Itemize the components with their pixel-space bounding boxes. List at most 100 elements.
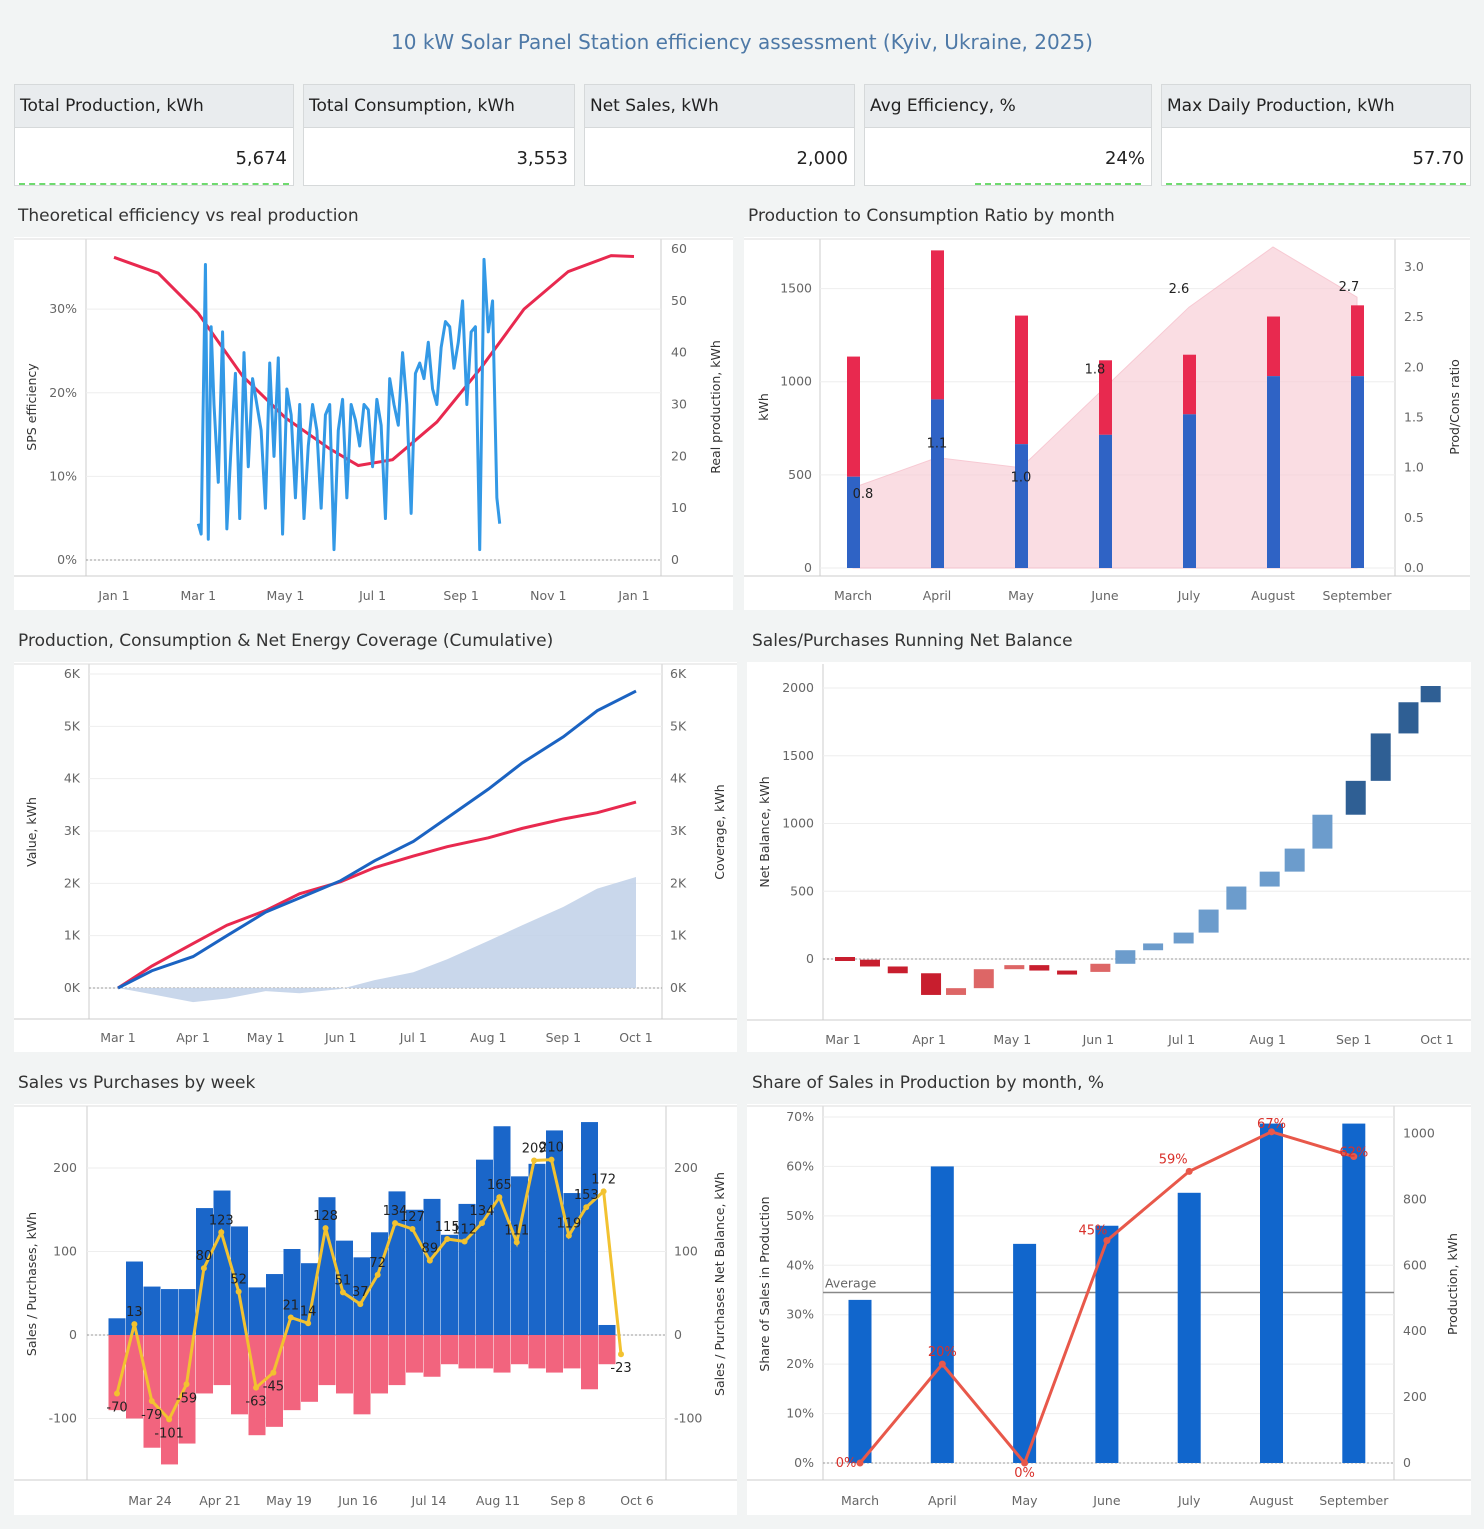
- bar-purchases: [528, 1335, 546, 1369]
- series-line-real-production: [196, 257, 502, 552]
- data-label: 128: [313, 1209, 338, 1224]
- tick-label: 200: [53, 1160, 77, 1175]
- chart-efficiency: 0% 10% 20% 30% 0 10 20 30 40 50 60 Jan 1 Mar 1 May 1 J…: [14, 237, 733, 610]
- bar-production: [1177, 1192, 1201, 1463]
- bar-sales: [528, 1163, 546, 1335]
- balance-mark: [1345, 780, 1366, 815]
- kpi-label: Total Consumption, kWh: [304, 85, 574, 128]
- tick-label: 200: [1403, 1389, 1427, 1404]
- kpi-value: 3,553: [516, 148, 568, 169]
- data-label: -45: [263, 1380, 284, 1395]
- kpi-value: 24%: [1104, 148, 1145, 169]
- x-tick-label: April: [923, 588, 952, 603]
- tick-label: 20%: [49, 385, 77, 400]
- bar-purchases: [336, 1335, 353, 1394]
- tick-label: 200: [674, 1160, 698, 1175]
- tick-label: 10: [671, 500, 687, 515]
- balance-mark: [1090, 963, 1111, 972]
- balance-mark: [1398, 702, 1419, 734]
- x-tick-label: May 1: [247, 1030, 285, 1045]
- data-label: 2.7: [1339, 280, 1360, 295]
- kpi-value: 2,000: [796, 148, 848, 169]
- data-label: 0%: [836, 1456, 857, 1471]
- x-tick-label: May: [1008, 588, 1034, 603]
- data-label: 13: [126, 1305, 143, 1320]
- tick-label: 100: [674, 1244, 698, 1259]
- tick-label: 40%: [786, 1257, 814, 1272]
- net-point: [322, 1225, 329, 1232]
- bar-purchases: [598, 1335, 616, 1365]
- tick-label: 60%: [786, 1158, 814, 1173]
- kpi-max-daily-production: Max Daily Production, kWh 57.70: [1161, 84, 1471, 186]
- x-tick-label: Apr 21: [199, 1493, 241, 1508]
- tick-label: 1.5: [1404, 410, 1424, 425]
- net-point: [444, 1235, 451, 1242]
- bar-production: [1351, 305, 1364, 377]
- net-point: [131, 1321, 138, 1328]
- bar-sales: [266, 1274, 283, 1335]
- kpi-label: Total Production, kWh: [15, 85, 293, 128]
- coverage-area: [118, 877, 636, 1003]
- balance-mark: [973, 969, 994, 989]
- data-label: 153: [574, 1188, 599, 1203]
- tick-label: 500: [788, 467, 812, 482]
- balance-mark: [1057, 970, 1078, 975]
- tick-label: 1500: [780, 281, 812, 296]
- balance-mark: [946, 988, 967, 995]
- x-tick-label: Jan 1: [617, 588, 649, 603]
- tick-label: 10%: [49, 468, 77, 483]
- tick-label: 5K: [670, 718, 687, 733]
- net-point: [392, 1220, 399, 1227]
- tick-label: 0%: [794, 1455, 814, 1470]
- tick-label: 20: [671, 448, 687, 463]
- x-tick-label: Jul 1: [1167, 1032, 1195, 1047]
- bar-purchases: [511, 1335, 528, 1365]
- net-point: [305, 1320, 312, 1327]
- tick-label: 5K: [64, 718, 81, 733]
- x-tick-label: Jan 1: [97, 588, 129, 603]
- x-tick-label: July: [1177, 1493, 1201, 1508]
- x-tick-label: April: [928, 1493, 957, 1508]
- balance-mark: [1259, 871, 1280, 887]
- data-label: 14: [300, 1304, 317, 1319]
- x-tick-label: Sep 8: [550, 1493, 586, 1508]
- x-tick-label: May 19: [266, 1493, 312, 1508]
- bar-purchases: [406, 1335, 423, 1373]
- kpi-label: Avg Efficiency, %: [865, 85, 1151, 128]
- bar-purchases: [283, 1335, 301, 1411]
- tick-label: 0: [806, 951, 814, 966]
- balance-mark: [887, 966, 908, 974]
- bar-consumption: [1099, 434, 1112, 568]
- data-label: -63: [245, 1395, 266, 1410]
- net-point: [166, 1416, 173, 1423]
- net-point: [270, 1369, 277, 1376]
- bar-sales: [598, 1324, 616, 1335]
- x-tick-label: September: [1322, 588, 1392, 603]
- tick-label: -100: [49, 1411, 77, 1426]
- y2-axis-title: Real production, kWh: [708, 340, 723, 474]
- x-tick-label: Jul 1: [399, 1030, 427, 1045]
- bar-production: [931, 250, 944, 400]
- x-tick-label: Oct 6: [620, 1493, 654, 1508]
- tick-label: 6K: [64, 666, 81, 681]
- share-point: [1185, 1167, 1193, 1175]
- balance-mark: [835, 957, 855, 961]
- kpi-value: 5,674: [235, 148, 287, 169]
- data-label: 72: [369, 1256, 386, 1271]
- data-label: 165: [487, 1178, 512, 1193]
- bar-production: [1267, 316, 1280, 377]
- tick-label: 1000: [780, 374, 812, 389]
- bar-sales: [143, 1286, 161, 1335]
- tick-label: 4K: [64, 771, 81, 786]
- data-label: -23: [610, 1361, 631, 1376]
- data-label: 59%: [1159, 1152, 1188, 1167]
- net-point: [357, 1301, 364, 1308]
- data-label: 134: [470, 1204, 495, 1219]
- x-tick-label: Mar 1: [825, 1032, 861, 1047]
- tick-label: 70%: [786, 1109, 814, 1124]
- data-label: 1.1: [927, 437, 948, 452]
- balance-mark: [1004, 965, 1025, 970]
- data-label: -79: [141, 1408, 162, 1423]
- x-tick-label: Mar 1: [100, 1030, 136, 1045]
- tick-label: 3.0: [1404, 259, 1424, 274]
